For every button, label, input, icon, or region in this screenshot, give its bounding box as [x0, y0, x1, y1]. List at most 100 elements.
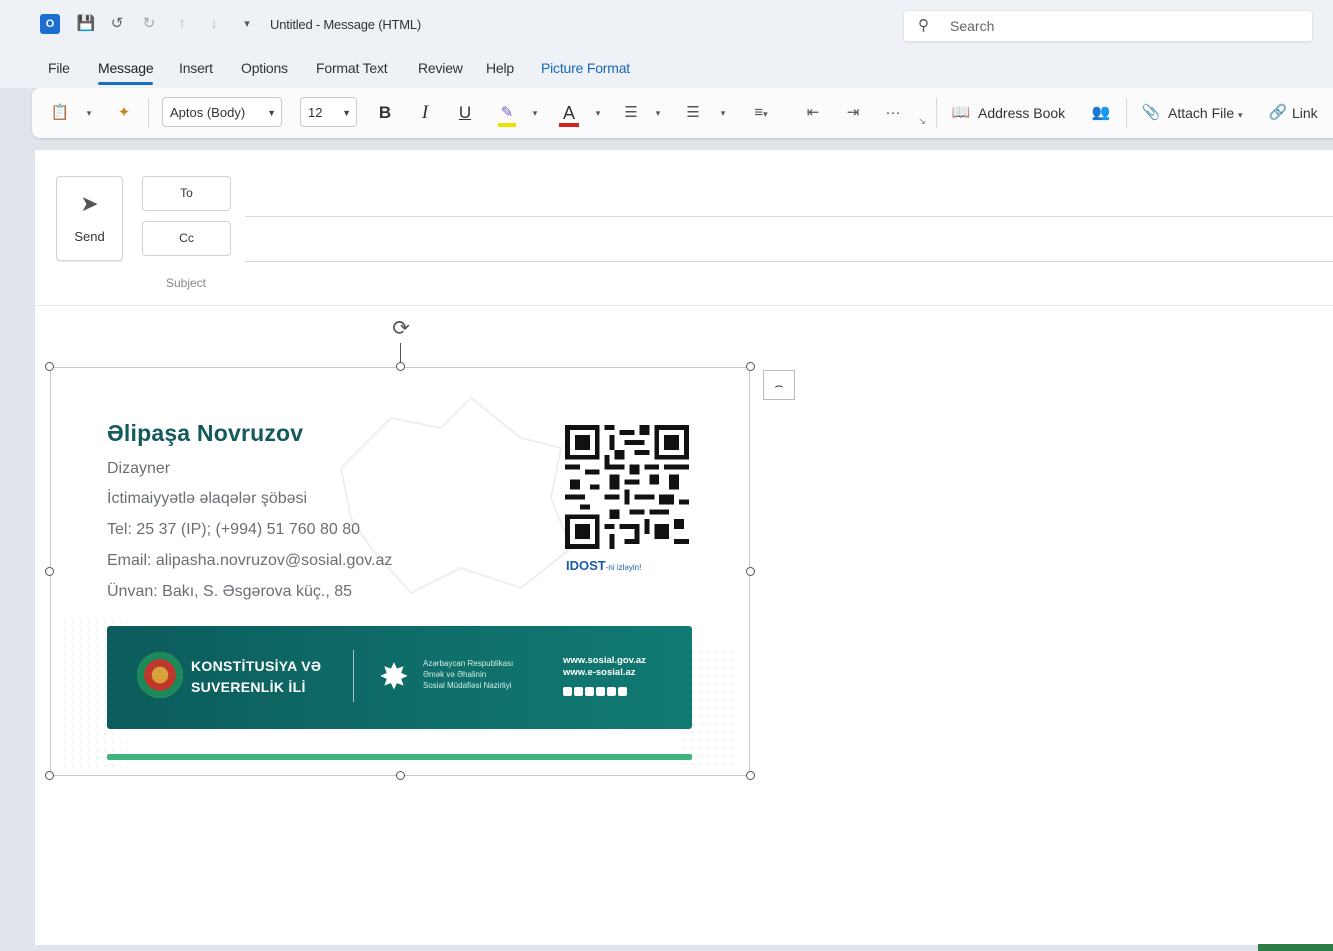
- qr-caption: IDOST-ni izləyin!: [566, 558, 641, 573]
- paperclip-icon[interactable]: 📎: [1140, 88, 1162, 138]
- banner-title-line-1: KONSTİTUSİYA VƏ: [191, 658, 322, 674]
- website-1: www.sosial.gov.az: [563, 655, 646, 666]
- redo-icon[interactable]: ↻: [139, 14, 159, 34]
- resize-handle-top[interactable]: [396, 362, 405, 371]
- signature-title: Dizayner: [107, 460, 171, 477]
- more-options-button[interactable]: ···: [878, 88, 908, 138]
- website-list: www.sosial.gov.az www.e-sosial.az: [563, 655, 646, 679]
- tab-message[interactable]: Message: [98, 60, 154, 85]
- subject-label: Subject: [165, 276, 207, 290]
- resize-handle-left[interactable]: [45, 567, 54, 576]
- link-button[interactable]: Link: [1292, 88, 1332, 138]
- ministry-line-1: Azərbaycan Respublikası: [423, 659, 514, 668]
- telegram-icon: [596, 687, 605, 696]
- paste-dropdown-icon[interactable]: ▾: [82, 88, 96, 138]
- ministry-line-3: Sosial Müdafiəsi Nazirliyi: [423, 681, 512, 690]
- tab-options[interactable]: Options: [241, 60, 288, 76]
- ministry-name: Azərbaycan Respublikası Əmək və Əhalinin…: [423, 658, 513, 691]
- to-field[interactable]: [245, 216, 1333, 217]
- website-2: www.e-sosial.az: [563, 667, 636, 678]
- undo-icon[interactable]: ↺: [107, 14, 127, 34]
- numbering-dropdown-icon[interactable]: ▾: [717, 88, 729, 138]
- facebook-icon: [563, 687, 572, 696]
- font-name-select[interactable]: Aptos (Body) ▼: [162, 97, 282, 127]
- signature-phone: Tel: 25 37 (IP); (+994) 51 760 80 80: [107, 521, 361, 538]
- send-button[interactable]: ➤ Send: [56, 176, 123, 261]
- tab-file[interactable]: File: [48, 60, 70, 76]
- signature-image[interactable]: Əlipaşa Novruzov Dizayner İctimaiyyətlə …: [50, 367, 750, 776]
- italic-button[interactable]: I: [412, 88, 438, 138]
- search-placeholder: Search: [950, 18, 995, 34]
- search-icon: ⚲: [918, 17, 929, 34]
- search-input[interactable]: ⚲ Search: [903, 10, 1313, 42]
- signature-banner: KONSTİTUSİYA VƏ SUVERENLİK İLİ ✸ Azərbay…: [107, 626, 692, 729]
- linkedin-icon: [618, 687, 627, 696]
- map-watermark: [339, 396, 573, 595]
- signature-name: Əlipaşa Novruzov: [107, 420, 304, 446]
- address-book-button[interactable]: Address Book: [978, 88, 1078, 138]
- dialog-launcher-icon[interactable]: ↘: [916, 96, 928, 146]
- layout-options-icon[interactable]: ⌢: [763, 370, 795, 400]
- tab-insert[interactable]: Insert: [179, 60, 213, 76]
- banner-title-line-2: SUVERENLİK İLİ: [191, 679, 306, 695]
- underline-button[interactable]: U: [452, 88, 478, 138]
- ministry-logo-icon: ✸: [378, 656, 410, 697]
- rotate-handle-icon[interactable]: ⟳: [387, 315, 415, 343]
- highlight-dropdown-icon[interactable]: ▾: [529, 88, 541, 138]
- font-name-value: Aptos (Body): [170, 105, 246, 120]
- increase-indent-icon[interactable]: ⇥: [840, 88, 866, 138]
- format-painter-icon[interactable]: ✦: [112, 88, 136, 138]
- bullets-icon[interactable]: ☰: [618, 88, 644, 138]
- divider: [1126, 98, 1127, 128]
- tab-review[interactable]: Review: [418, 60, 463, 76]
- font-color-icon[interactable]: A: [556, 88, 582, 138]
- twitter-icon: [574, 687, 583, 696]
- font-color-dropdown-icon[interactable]: ▾: [592, 88, 604, 138]
- previous-item-icon[interactable]: ↑: [172, 14, 192, 34]
- youtube-icon: [607, 687, 616, 696]
- tab-picture-format[interactable]: Picture Format: [541, 60, 630, 76]
- attach-file-button[interactable]: Attach File ▾: [1168, 88, 1258, 138]
- resize-handle-bottom-right[interactable]: [746, 771, 755, 780]
- numbering-icon[interactable]: ☰: [680, 88, 706, 138]
- font-size-select[interactable]: 12 ▼: [300, 97, 357, 127]
- save-icon[interactable]: 💾: [76, 14, 96, 34]
- tab-help[interactable]: Help: [486, 60, 514, 76]
- address-book-icon[interactable]: 📖: [950, 88, 972, 138]
- chevron-down-icon: ▼: [342, 108, 351, 118]
- resize-handle-right[interactable]: [746, 567, 755, 576]
- window-title: Untitled - Message (HTML): [270, 17, 422, 32]
- next-item-icon[interactable]: ↓: [204, 14, 224, 34]
- customize-qat-icon[interactable]: ▾: [237, 14, 257, 34]
- title-bar: O 💾 ↺ ↻ ↑ ↓ ▾ Untitled - Message (HTML) …: [0, 0, 1333, 52]
- banner-title: KONSTİTUSİYA VƏ SUVERENLİK İLİ: [191, 656, 321, 698]
- qr-caption-suffix: -ni izləyin!: [605, 563, 642, 572]
- resize-handle-bottom[interactable]: [396, 771, 405, 780]
- to-button[interactable]: To: [142, 176, 231, 211]
- paste-icon[interactable]: 📋: [48, 88, 72, 138]
- chevron-down-icon: ▼: [267, 108, 276, 118]
- chevron-down-icon: ▾: [1238, 110, 1243, 120]
- decrease-indent-icon[interactable]: ⇤: [800, 88, 826, 138]
- instagram-icon: [585, 687, 594, 696]
- highlight-icon[interactable]: ✎: [494, 88, 520, 138]
- resize-handle-bottom-left[interactable]: [45, 771, 54, 780]
- cc-field[interactable]: [245, 261, 1333, 262]
- bullets-dropdown-icon[interactable]: ▾: [652, 88, 664, 138]
- link-icon[interactable]: 🔗: [1266, 88, 1290, 138]
- ribbon-tabs: File Message Insert Options Format Text …: [0, 52, 1333, 88]
- qr-caption-brand: IDOST: [566, 558, 606, 573]
- resize-handle-top-right[interactable]: [746, 362, 755, 371]
- attach-file-label: Attach File: [1168, 105, 1235, 121]
- cc-button[interactable]: Cc: [142, 221, 231, 256]
- tab-format-text[interactable]: Format Text: [316, 60, 388, 76]
- azerbaijan-emblem-icon: [137, 652, 183, 698]
- subject-field[interactable]: [35, 305, 1333, 306]
- signature-email: Email: alipasha.novruzov@sosial.gov.az: [107, 552, 393, 569]
- font-color-glyph: A: [562, 103, 575, 123]
- check-names-icon[interactable]: 👥: [1088, 88, 1114, 138]
- ministry-line-2: Əmək və Əhalinin: [423, 670, 487, 679]
- resize-handle-top-left[interactable]: [45, 362, 54, 371]
- bold-button[interactable]: B: [372, 88, 398, 138]
- align-icon[interactable]: ≡▾: [744, 88, 778, 138]
